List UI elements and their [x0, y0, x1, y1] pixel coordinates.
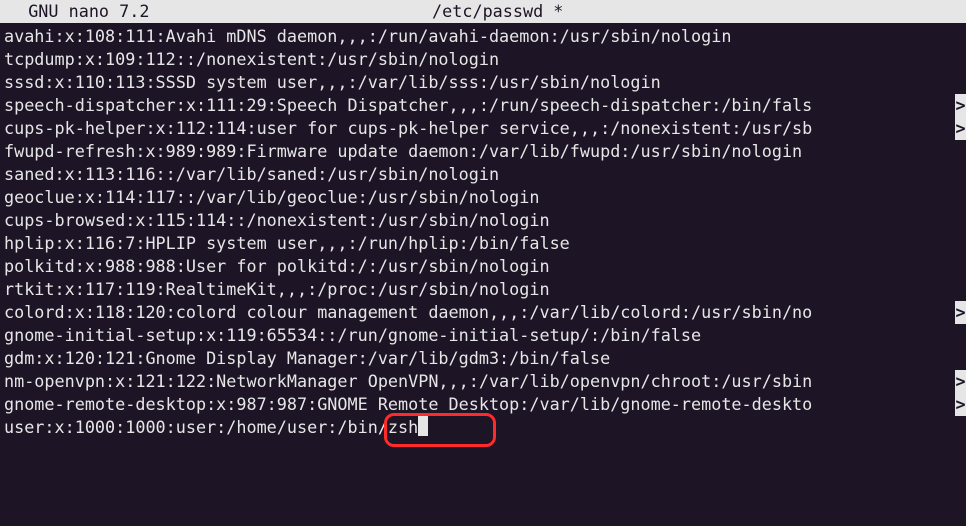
line-text: fwupd-refresh:x:989:989:Firmware update … — [4, 140, 802, 163]
nano-editor[interactable]: GNU nano 7.2 /etc/passwd * avahi:x:108:1… — [0, 0, 966, 526]
file-line[interactable]: tcpdump:x:109:112::/nonexistent:/usr/sbi… — [4, 48, 966, 71]
file-line[interactable]: fwupd-refresh:x:989:989:Firmware update … — [4, 140, 966, 163]
file-line[interactable]: geoclue:x:114:117::/var/lib/geoclue:/usr… — [4, 186, 966, 209]
truncation-indicator: > — [955, 301, 966, 324]
line-text: sssd:x:110:113:SSSD system user,,,:/var/… — [4, 71, 661, 94]
file-line[interactable]: cups-pk-helper:x:112:114:user for cups-p… — [4, 117, 966, 140]
file-line[interactable]: speech-dispatcher:x:111:29:Speech Dispat… — [4, 94, 966, 117]
truncation-indicator: > — [955, 393, 966, 416]
file-line[interactable]: user:x:1000:1000:user:/home/user:/bin/zs… — [4, 416, 966, 439]
title-bar: GNU nano 7.2 /etc/passwd * — [0, 0, 966, 23]
line-text: hplip:x:116:7:HPLIP system user,,,:/run/… — [4, 232, 570, 255]
line-text: gdm:x:120:121:Gnome Display Manager:/var… — [4, 347, 610, 370]
line-text: cups-browsed:x:115:114::/nonexistent:/us… — [4, 209, 550, 232]
line-text: gnome-remote-desktop:x:987:987:GNOME Rem… — [4, 393, 812, 416]
truncation-indicator: > — [955, 94, 966, 117]
file-line[interactable]: gnome-initial-setup:x:119:65534::/run/gn… — [4, 324, 966, 347]
line-text: cups-pk-helper:x:112:114:user for cups-p… — [4, 117, 812, 140]
file-line[interactable]: hplip:x:116:7:HPLIP system user,,,:/run/… — [4, 232, 966, 255]
line-text: colord:x:118:120:colord colour managemen… — [4, 301, 812, 324]
file-line[interactable]: colord:x:118:120:colord colour managemen… — [4, 301, 966, 324]
line-text: gnome-initial-setup:x:119:65534::/run/gn… — [4, 324, 701, 347]
file-line[interactable]: gnome-remote-desktop:x:987:987:GNOME Rem… — [4, 393, 966, 416]
truncation-indicator: > — [955, 117, 966, 140]
file-line[interactable]: sssd:x:110:113:SSSD system user,,,:/var/… — [4, 71, 966, 94]
line-text: nm-openvpn:x:121:122:NetworkManager Open… — [4, 370, 812, 393]
line-text: polkitd:x:988:988:User for polkitd:/:/us… — [4, 255, 550, 278]
file-line[interactable]: polkitd:x:988:988:User for polkitd:/:/us… — [4, 255, 966, 278]
file-line[interactable]: avahi:x:108:111:Avahi mDNS daemon,,,:/ru… — [4, 25, 966, 48]
file-line[interactable]: gdm:x:120:121:Gnome Display Manager:/var… — [4, 347, 966, 370]
file-line[interactable]: cups-browsed:x:115:114::/nonexistent:/us… — [4, 209, 966, 232]
app-name: GNU nano 7.2 — [0, 0, 149, 23]
line-text: user:x:1000:1000:user:/home/user:/bin/zs… — [4, 416, 418, 439]
line-text: rtkit:x:117:119:RealtimeKit,,,:/proc:/us… — [4, 278, 550, 301]
file-name: /etc/passwd * — [149, 0, 846, 23]
truncation-indicator: > — [955, 370, 966, 393]
file-line[interactable]: nm-openvpn:x:121:122:NetworkManager Open… — [4, 370, 966, 393]
line-text: saned:x:113:116::/var/lib/saned:/usr/sbi… — [4, 163, 499, 186]
text-cursor — [418, 416, 428, 436]
file-line[interactable]: rtkit:x:117:119:RealtimeKit,,,:/proc:/us… — [4, 278, 966, 301]
line-text: avahi:x:108:111:Avahi mDNS daemon,,,:/ru… — [4, 25, 731, 48]
file-line[interactable]: saned:x:113:116::/var/lib/saned:/usr/sbi… — [4, 163, 966, 186]
line-text: tcpdump:x:109:112::/nonexistent:/usr/sbi… — [4, 48, 499, 71]
line-text: speech-dispatcher:x:111:29:Speech Dispat… — [4, 94, 812, 117]
line-text: geoclue:x:114:117::/var/lib/geoclue:/usr… — [4, 186, 539, 209]
file-content[interactable]: avahi:x:108:111:Avahi mDNS daemon,,,:/ru… — [0, 23, 966, 439]
